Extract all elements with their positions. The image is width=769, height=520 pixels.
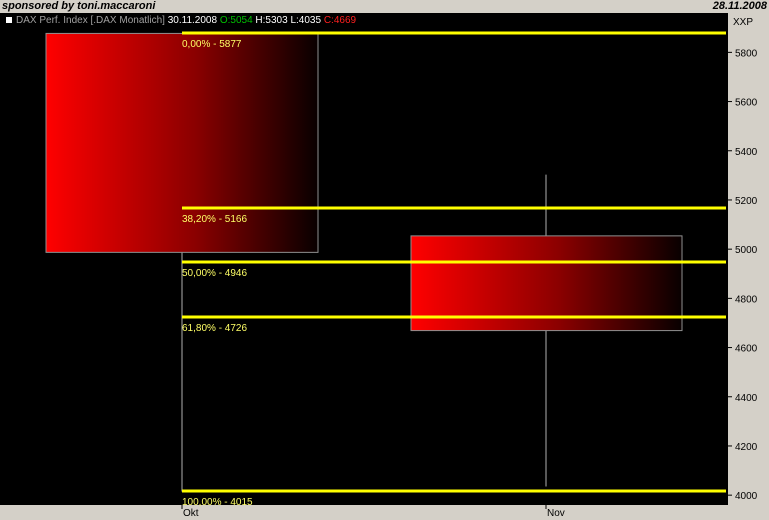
close-value: 4669 [333,15,357,26]
x-tick-label: Okt [183,508,199,519]
y-tick-label: 5800 [735,48,758,59]
y-tick-label: 5000 [735,245,758,256]
instrument-name: DAX Perf. Index [.DAX Monatlich] [16,15,165,26]
fib-level-label: 0,00% - 5877 [182,39,242,50]
low-label: L: [290,15,299,26]
low-value: 4035 [298,15,322,26]
y-tick-label: 5600 [735,98,758,109]
close-label: C: [323,15,334,26]
y-tick-label: 5400 [735,147,758,158]
series-marker-icon [6,17,12,24]
chart-svg: 0,00% - 5877 38,20% - 5166 50,00% - 4946 61… [45,17,758,519]
x-tick-label: Nov [547,508,565,519]
instrument-header: DAX Perf. Index [.DAX Monatlich] 30.11.2… [0,13,728,29]
open-label: O: [219,15,231,26]
y-tick-label: 5200 [735,196,758,207]
y-tick-label: 4600 [735,344,758,355]
y-tick-label: 4800 [735,294,758,305]
fib-level-label: 100,00% - 4015 [182,497,253,508]
bar-date: 30.11.2008 [167,15,218,26]
y-tick-label: 4400 [735,393,758,404]
y-axis-title: XXP [733,17,753,28]
y-tick-label: 4000 [735,491,758,502]
fib-level-label: 50,00% - 4946 [182,268,247,279]
high-value: 5303 [265,15,288,26]
open-value: 5054 [230,15,253,26]
high-label: H: [255,15,266,26]
fib-level-label: 38,20% - 5166 [182,214,247,225]
y-tick-label: 4200 [735,442,758,453]
fib-level-label: 61,80% - 4726 [182,323,247,334]
